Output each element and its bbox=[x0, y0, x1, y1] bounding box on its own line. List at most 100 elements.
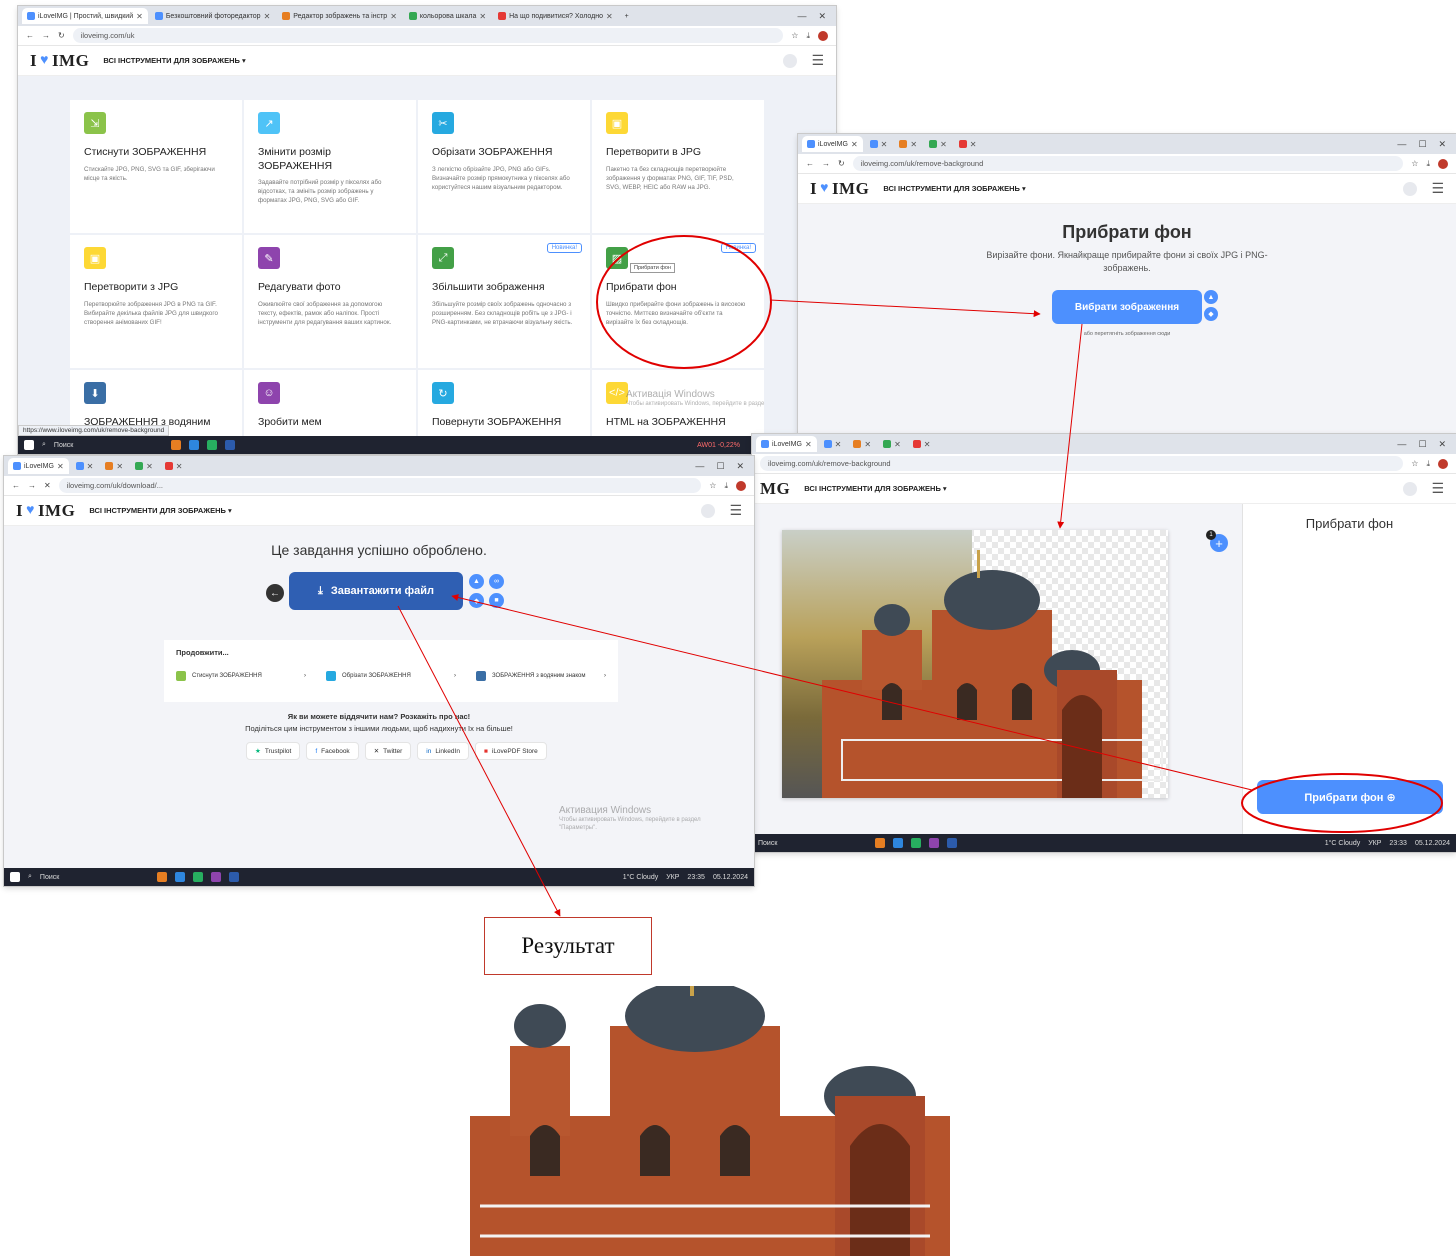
close-icon[interactable]: ✕ bbox=[606, 12, 613, 21]
back-icon[interactable]: ← bbox=[806, 159, 814, 168]
delete-icon[interactable]: ■ bbox=[489, 593, 504, 608]
hamburger-icon[interactable]: ☰ bbox=[1431, 480, 1444, 497]
tab-image-editor[interactable]: ✕ bbox=[100, 458, 128, 474]
profile-icon[interactable] bbox=[1438, 158, 1448, 169]
tab-remove-bg[interactable]: iLoveIMG ✕ bbox=[802, 136, 863, 152]
tool-card[interactable]: ▨ Прибрати фон Швидко прибирайте фони зобр… bbox=[592, 235, 764, 368]
close-icon[interactable]: ✕ bbox=[264, 12, 271, 21]
star-icon[interactable]: ☆ bbox=[791, 31, 798, 40]
download-icon[interactable]: ⤓ bbox=[1426, 159, 1430, 169]
tool-card[interactable]: ↗ Змінити розмір ЗОБРАЖЕННЯ Задавайте потр… bbox=[244, 100, 416, 233]
url-input[interactable]: iloveimg.com/uk/download/... bbox=[58, 478, 702, 493]
chrome-icon[interactable] bbox=[193, 872, 204, 882]
close-icon[interactable]: ✕ bbox=[864, 440, 871, 449]
back-arrow-button[interactable]: ← bbox=[266, 584, 284, 602]
tab-google[interactable]: ✕ bbox=[878, 436, 906, 452]
tool-card[interactable]: ▣ Перетворити в JPG Пакетно та без складно… bbox=[592, 100, 764, 233]
download-icon[interactable]: ⤓ bbox=[1426, 459, 1430, 469]
close-icon[interactable]: ✕ bbox=[970, 140, 977, 149]
linkedin-button[interactable]: in LinkedIn bbox=[417, 742, 469, 760]
facebook-button[interactable]: f Facebook bbox=[306, 742, 359, 760]
firefox-icon[interactable] bbox=[157, 872, 168, 882]
close-icon[interactable]: ✕ bbox=[881, 140, 888, 149]
maximize-icon[interactable]: ☐ bbox=[1418, 439, 1426, 450]
star-icon[interactable]: ☆ bbox=[1411, 459, 1418, 468]
remove-bg-button[interactable]: Прибрати фон ⊕ bbox=[1257, 780, 1443, 814]
minimize-icon[interactable]: — bbox=[1397, 139, 1406, 150]
user-icon[interactable] bbox=[1403, 181, 1418, 196]
viber-icon[interactable] bbox=[211, 872, 222, 882]
forward-icon[interactable]: → bbox=[822, 159, 830, 168]
tab-image-editor[interactable]: Редактор зображень та інстр ✕ bbox=[277, 8, 402, 24]
dropbox-icon[interactable]: ◆ bbox=[469, 593, 484, 608]
edge-icon[interactable] bbox=[175, 872, 186, 882]
tab-photo-editor[interactable]: ✕ bbox=[71, 458, 99, 474]
tab-yandex[interactable]: На що подивитися? Холодно ✕ bbox=[493, 8, 618, 24]
maximize-icon[interactable]: ☐ bbox=[716, 461, 724, 472]
back-icon[interactable]: ← bbox=[26, 31, 34, 40]
profile-icon[interactable] bbox=[736, 480, 746, 491]
continue-compress[interactable]: Стиснути ЗОБРАЖЕННЯ › bbox=[176, 671, 306, 681]
taskbar-search[interactable]: Поиск bbox=[54, 442, 73, 449]
taskbar-search[interactable]: Поиск bbox=[758, 840, 777, 847]
download-icon[interactable]: ⤓ bbox=[724, 481, 728, 491]
download-icon[interactable]: ⤓ bbox=[806, 31, 810, 41]
all-tools-menu[interactable]: ВСІ ІНСТРУМЕНТИ ДЛЯ ЗОБРАЖЕНЬ ▾ bbox=[804, 484, 946, 493]
tab-download[interactable]: iLoveIMG ✕ bbox=[8, 458, 69, 474]
close-icon[interactable]: ✕ bbox=[940, 140, 947, 149]
close-icon[interactable]: ✕ bbox=[176, 462, 183, 471]
close-icon[interactable]: ✕ bbox=[390, 12, 397, 21]
tab-google[interactable]: кольорова шкала ✕ bbox=[404, 8, 491, 24]
tab-photo-editor[interactable]: ✕ bbox=[819, 436, 847, 452]
close-icon[interactable]: ✕ bbox=[87, 462, 94, 471]
firefox-icon[interactable] bbox=[875, 838, 886, 848]
minimize-icon[interactable]: — bbox=[1397, 439, 1406, 450]
iloveimg-logo[interactable]: MG bbox=[760, 479, 790, 499]
stop-icon[interactable]: ✕ bbox=[44, 481, 51, 490]
download-file-button[interactable]: ⤓ Завантажити файл bbox=[289, 572, 463, 610]
trustpilot-button[interactable]: ★ Trustpilot bbox=[246, 742, 301, 760]
twitter-button[interactable]: ✕ Twitter bbox=[364, 742, 412, 760]
profile-icon[interactable] bbox=[1438, 458, 1448, 469]
reload-icon[interactable]: ↻ bbox=[58, 31, 65, 40]
iloveimg-logo[interactable]: I ♥ IMG bbox=[810, 179, 869, 199]
tab-photo-editor[interactable]: ✕ bbox=[865, 136, 893, 152]
google-drive-icon[interactable]: ▲ bbox=[1204, 290, 1218, 305]
tab-editor[interactable]: iLoveIMG ✕ bbox=[756, 436, 817, 452]
hamburger-icon[interactable]: ☰ bbox=[811, 52, 824, 69]
url-input[interactable]: iloveimg.com/uk/remove-background bbox=[760, 456, 1404, 471]
tab-yandex[interactable]: ✕ bbox=[908, 436, 936, 452]
user-icon[interactable] bbox=[783, 53, 798, 68]
close-icon[interactable]: ✕ bbox=[894, 440, 901, 449]
close-icon[interactable]: ✕ bbox=[136, 12, 143, 21]
continue-watermark[interactable]: ЗОБРАЖЕННЯ з водяним знаком › bbox=[476, 671, 606, 681]
close-icon[interactable]: ✕ bbox=[835, 440, 842, 449]
language-indicator[interactable]: УКР bbox=[1368, 840, 1381, 847]
star-icon[interactable]: ☆ bbox=[1411, 159, 1418, 168]
maximize-icon[interactable]: ☐ bbox=[1418, 139, 1426, 150]
chrome-icon[interactable] bbox=[911, 838, 922, 848]
url-input[interactable]: iloveimg.com/uk/remove-background bbox=[852, 156, 1404, 171]
tool-card[interactable]: ✂ Обрізати ЗОБРАЖЕННЯ З легкістю обрізайте… bbox=[418, 100, 590, 233]
select-image-button[interactable]: Вибрати зображення bbox=[1052, 290, 1202, 325]
close-icon[interactable]: ✕ bbox=[57, 462, 64, 471]
start-icon[interactable] bbox=[10, 872, 20, 882]
back-icon[interactable]: ← bbox=[12, 481, 20, 490]
user-icon[interactable] bbox=[1403, 481, 1418, 496]
iloveimg-logo[interactable]: I ♥ IMG bbox=[16, 501, 75, 521]
language-indicator[interactable]: УКР bbox=[666, 874, 679, 881]
google-drive-icon[interactable]: ▲ bbox=[469, 574, 484, 589]
tab-google[interactable]: ✕ bbox=[924, 136, 952, 152]
close-icon[interactable]: ✕ bbox=[1438, 439, 1446, 450]
close-icon[interactable]: ✕ bbox=[1438, 139, 1446, 150]
link-icon[interactable]: ∞ bbox=[489, 574, 504, 589]
taskbar-search[interactable]: Поиск bbox=[40, 874, 59, 881]
word-icon[interactable] bbox=[947, 838, 958, 848]
tab-image-editor[interactable]: ✕ bbox=[848, 436, 876, 452]
edge-icon[interactable] bbox=[893, 838, 904, 848]
close-icon[interactable]: ✕ bbox=[805, 440, 812, 449]
viber-icon[interactable] bbox=[929, 838, 940, 848]
close-icon[interactable]: ✕ bbox=[924, 440, 931, 449]
hamburger-icon[interactable]: ☰ bbox=[729, 502, 742, 519]
chrome-icon[interactable] bbox=[207, 440, 218, 450]
